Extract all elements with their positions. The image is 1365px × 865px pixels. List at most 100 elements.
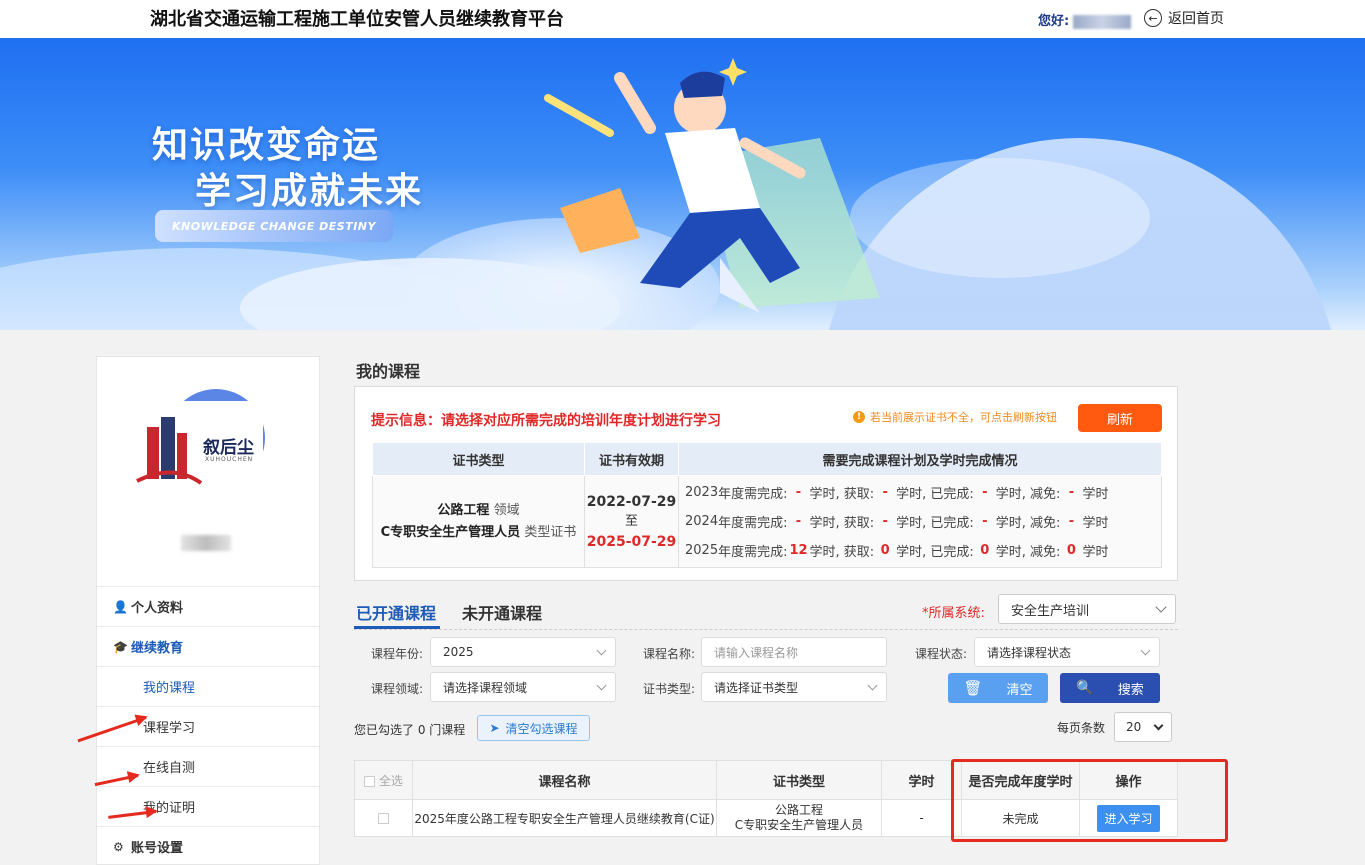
plan-year: 2025: [685, 543, 719, 558]
refresh-button[interactable]: 刷新: [1078, 404, 1162, 432]
clear-selected-button[interactable]: ➤ 清空勾选课程: [477, 715, 590, 741]
validity-cell: 2022-07-29 至 2025-07-29: [584, 475, 679, 568]
username-blurred: [1073, 14, 1132, 29]
plan-label: 学时, 减免:: [995, 487, 1061, 502]
system-select-value: 安全生产培训: [1011, 603, 1090, 619]
certificate-table: 证书类型 证书有效期 需要完成课程计划及学时完成情况 公路工程 领域 C专职安全…: [372, 442, 1162, 568]
column-header: 学时: [881, 760, 962, 800]
plan-reduced: -: [1068, 485, 1075, 500]
cert-type-cell: 公路工程 C专职安全生产管理人员: [716, 799, 882, 837]
back-home-label: 返回首页: [1168, 11, 1224, 27]
plan-completed: -: [982, 485, 988, 500]
sidebar-item-my-courses[interactable]: 我的课程: [97, 666, 319, 706]
valid-from: 2022-07-29: [586, 493, 677, 510]
system-select[interactable]: 安全生产培训: [998, 594, 1176, 624]
selected-count-text: 您已勾选了 0 门课程: [354, 723, 466, 737]
year-select[interactable]: 2025: [430, 637, 616, 667]
back-home-button[interactable]: ← 返回首页: [1144, 8, 1224, 28]
plan-obtained: 0: [880, 543, 890, 558]
graduation-cap-icon: 🎓: [113, 639, 128, 654]
certificate-domain-suffix: 领域: [493, 502, 520, 518]
course-name-input[interactable]: 请输入课程名称: [701, 637, 887, 667]
chevron-down-icon: [596, 645, 607, 656]
sidebar-item-label: 继续教育: [131, 641, 184, 656]
sidebar-item-label: 课程学习: [143, 721, 196, 736]
select-all-checkbox[interactable]: [364, 775, 376, 787]
banner-slogan-line1: 知识改变命运: [152, 125, 381, 166]
banner-tagline: KNOWLEDGE CHANGE DESTINY: [155, 210, 393, 242]
course-tabs: 已开通课程 未开通课程 *所属系统: 安全生产培训: [354, 594, 1178, 630]
course-table: 全选 课程名称 证书类型 学时 是否完成年度学时 操作 2025年度公路工程专职…: [354, 760, 1178, 837]
column-header: 是否完成年度学时: [961, 760, 1080, 800]
year-select-value: 2025: [443, 645, 474, 659]
plan-label: 学时, 获取:: [809, 516, 875, 531]
warning-icon: !: [853, 411, 865, 423]
plan-label: 年度需完成:: [718, 545, 788, 560]
sidebar-item-account-settings[interactable]: ⚙ 账号设置: [97, 826, 319, 865]
plan-obtained: -: [882, 485, 888, 500]
course-name-placeholder: 请输入课程名称: [714, 645, 799, 660]
clear-button-label: 清空: [1006, 682, 1033, 698]
plan-year: 2024: [685, 514, 719, 529]
sidebar-item-course-study[interactable]: 课程学习: [97, 706, 319, 746]
chevron-down-icon: [1155, 601, 1167, 613]
plan-required: 12: [789, 543, 808, 558]
course-domain-placeholder: 请选择课程领域: [443, 680, 528, 695]
avatar-logo-image: 叙后尘 XUHOUCHEN: [131, 401, 263, 495]
chevron-down-icon: [867, 680, 878, 691]
plan-label: 年度需完成:: [718, 487, 788, 502]
plan-label: 学时, 减免:: [995, 516, 1061, 531]
plan-label: 学时: [1082, 516, 1109, 531]
select-all-label: 全选: [378, 773, 403, 788]
plan-year: 2023: [685, 485, 719, 500]
row-checkbox[interactable]: [378, 813, 389, 824]
sidebar-item-continuing-education[interactable]: 🎓 继续教育: [97, 626, 319, 666]
column-header: 操作: [1079, 760, 1178, 800]
page-size-select[interactable]: 20: [1114, 712, 1172, 742]
page-size-value: 20: [1126, 720, 1142, 734]
plan-obtained: -: [882, 514, 888, 529]
sidebar: 叙后尘 XUHOUCHEN 👤 个人资料 🎓 继续教育 我的课程 课程学习 在线…: [96, 356, 320, 865]
system-label: *所属系统:: [922, 606, 985, 621]
tip-message: 提示信息：请选择对应所需完成的培训年度计划进行学习: [371, 413, 721, 429]
user-name-blurred: [181, 535, 231, 551]
clear-button[interactable]: 🗑 清空: [948, 673, 1048, 703]
enter-study-button[interactable]: 进入学习: [1097, 804, 1160, 832]
plan-row-2025: 2025 年度需完成: 12 学时, 获取: 0 学时, 已完成: 0 学时, 减免: …: [685, 536, 1155, 565]
cert-type-placeholder: 请选择证书类型: [714, 680, 799, 695]
column-header: 课程名称: [412, 760, 717, 800]
course-name-label: 课程名称:: [643, 647, 696, 661]
search-button-label: 搜索: [1117, 682, 1144, 698]
plan-completed: -: [982, 514, 988, 529]
page-size-label: 每页条数: [1057, 721, 1106, 735]
search-button[interactable]: 🔍 搜索: [1060, 673, 1160, 703]
avatar: 叙后尘 XUHOUCHEN: [131, 387, 267, 497]
tab-opened-courses[interactable]: 已开通课程: [356, 600, 436, 624]
plan-cell: 2023 年度需完成: - 学时, 获取: - 学时, 已完成: - 学时, 减免: -…: [678, 475, 1162, 568]
plan-required: -: [795, 485, 802, 500]
plan-completed: 0: [980, 543, 990, 558]
certificate-type-cell: 公路工程 领域 C专职安全生产管理人员 类型证书: [372, 475, 585, 568]
plan-label: 学时, 减免:: [995, 545, 1061, 560]
course-status-select[interactable]: 请选择课程状态: [974, 637, 1160, 667]
site-title: 湖北省交通运输工程施工单位安管人员继续教育平台: [150, 9, 564, 30]
sidebar-item-profile[interactable]: 👤 个人资料: [97, 586, 319, 626]
sidebar-item-my-certificate[interactable]: 我的证明: [97, 786, 319, 826]
top-bar: 湖北省交通运输工程施工单位安管人员继续教育平台 您好: ← 返回首页: [0, 0, 1365, 38]
tab-unopened-courses[interactable]: 未开通课程: [462, 600, 542, 624]
active-tab-indicator: [354, 626, 440, 629]
row-checkbox-cell[interactable]: [354, 799, 413, 837]
course-domain-select[interactable]: 请选择课程领域: [430, 672, 616, 702]
plan-label: 学时, 已完成:: [896, 545, 974, 560]
cert-type-label: 证书类型:: [643, 682, 696, 696]
column-header: 证书类型: [716, 760, 882, 800]
plan-label: 学时: [1082, 487, 1109, 502]
valid-to: 2025-07-29: [586, 533, 677, 550]
search-icon: 🔍: [1076, 680, 1094, 696]
cert-type-line2: C专职安全生产管理人员: [734, 818, 864, 832]
select-all-header[interactable]: 全选: [354, 760, 413, 800]
certificate-info-panel: 提示信息：请选择对应所需完成的培训年度计划进行学习 ! 若当前展示证书不全，可点…: [354, 386, 1178, 581]
course-status-label: 课程状态:: [915, 647, 968, 661]
hero-banner: 知识改变命运 学习成就未来 KNOWLEDGE CHANGE DESTINY: [0, 38, 1365, 330]
cert-type-select[interactable]: 请选择证书类型: [701, 672, 887, 702]
